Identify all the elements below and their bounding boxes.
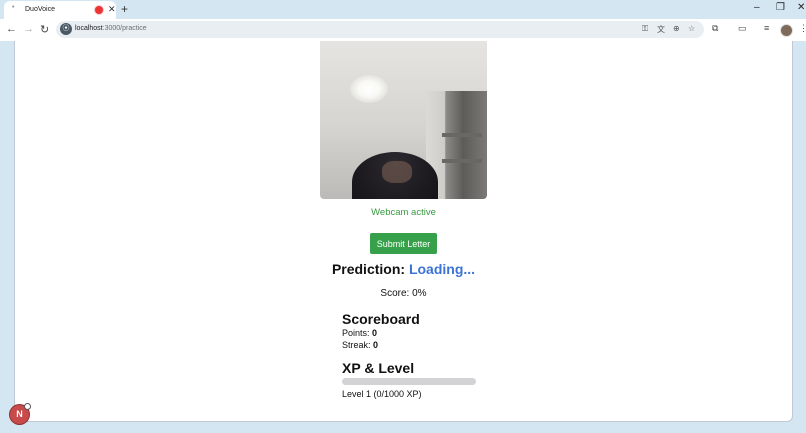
streak-stat: Streak: 0 [342, 340, 379, 350]
new-tab-button[interactable]: + [121, 2, 128, 16]
prediction-value: Loading... [408, 261, 476, 277]
url-text[interactable]: localhost:3000/practice [75, 25, 147, 32]
scoreboard-title: Scoreboard [342, 311, 420, 327]
media-controls-icon[interactable]: ▭ [738, 23, 747, 34]
points-value: 0 [372, 328, 378, 338]
tab-title: DuoVoice [25, 6, 55, 13]
dev-tools-badge[interactable]: N [10, 403, 31, 424]
prediction-label: Prediction: [331, 261, 406, 277]
site-info-icon[interactable]: ⦿ [60, 23, 72, 35]
menu-kebab-icon[interactable]: ⋮ [799, 23, 806, 34]
webcam-status: Webcam active [371, 207, 436, 218]
profile-avatar[interactable] [780, 24, 793, 37]
address-bar[interactable]: ⦿ localhost:3000/practice ⚿ 文 ⊕ ☆ [56, 21, 704, 38]
tab-strip: • DuoVoice ✕ + – ❐ ✕ [0, 0, 806, 19]
browser-toolbar: ← → ↻ ⦿ localhost:3000/practice ⚿ 文 ⊕ ☆ … [0, 19, 806, 41]
bookmark-star-icon[interactable]: ☆ [688, 24, 695, 33]
minimize-icon[interactable]: – [754, 2, 760, 13]
recording-icon [95, 6, 103, 14]
zoom-icon[interactable]: ⊕ [673, 24, 680, 33]
prediction: Prediction: Loading... [15, 261, 792, 277]
extensions-icon[interactable]: ⧉ [712, 23, 718, 34]
level-text: Level 1 (0/1000 XP) [342, 389, 422, 399]
submit-letter-button[interactable]: Submit Letter [370, 233, 437, 254]
xp-progress-bar [342, 378, 476, 385]
xp-level-title: XP & Level [342, 360, 415, 376]
cast-icon[interactable]: ≡ [764, 23, 769, 33]
close-window-icon[interactable]: ✕ [797, 2, 805, 13]
dev-badge-letter: N [16, 409, 23, 419]
close-tab-icon[interactable]: ✕ [108, 4, 116, 15]
restore-icon[interactable]: ❐ [776, 2, 785, 13]
globe-icon: • [12, 4, 15, 11]
issue-dot-icon [24, 403, 31, 410]
score-text: Score: 0% [380, 288, 427, 299]
reload-icon[interactable]: ↻ [40, 23, 49, 36]
tab-duovoice[interactable]: • DuoVoice ✕ [4, 1, 116, 19]
page-content: Webcam active Submit Letter Prediction: … [14, 41, 793, 422]
back-icon[interactable]: ← [6, 23, 17, 35]
translate-icon[interactable]: 文 [657, 24, 665, 35]
points-stat: Points: 0 [342, 328, 378, 338]
streak-value: 0 [373, 340, 379, 350]
forward-icon[interactable]: → [23, 23, 34, 35]
webcam-feed [320, 41, 487, 199]
password-key-icon[interactable]: ⚿ [642, 24, 648, 34]
